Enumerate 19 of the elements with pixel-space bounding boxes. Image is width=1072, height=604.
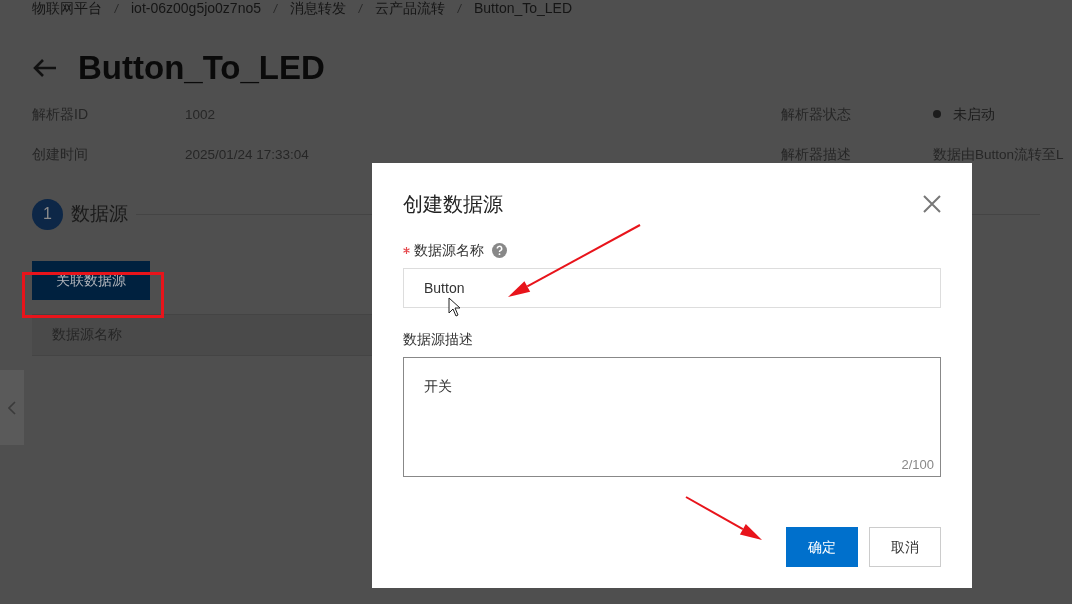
field-label: 数据源描述: [403, 329, 473, 349]
character-counter: 2/100: [901, 455, 934, 474]
name-field[interactable]: Button: [403, 268, 941, 308]
description-field[interactable]: 开关 2/100: [403, 357, 941, 477]
back-arrow-icon[interactable]: [32, 57, 58, 78]
close-icon[interactable]: [923, 195, 941, 213]
mouse-cursor-icon: [448, 297, 461, 317]
confirm-button[interactable]: 确定: [786, 527, 858, 567]
step-number: 1: [32, 198, 63, 230]
help-icon[interactable]: [492, 242, 507, 258]
dialog-title: 创建数据源: [403, 192, 503, 217]
cancel-button[interactable]: 取消: [869, 527, 941, 567]
chevron-left-icon: [8, 400, 16, 415]
separator-icon: [114, 4, 119, 13]
page-title: Button_To_LED: [78, 48, 325, 88]
separator-icon: [358, 4, 363, 13]
separator-icon: [457, 4, 462, 13]
separator-icon: [273, 4, 278, 13]
field-label: 数据源名称: [414, 240, 484, 260]
